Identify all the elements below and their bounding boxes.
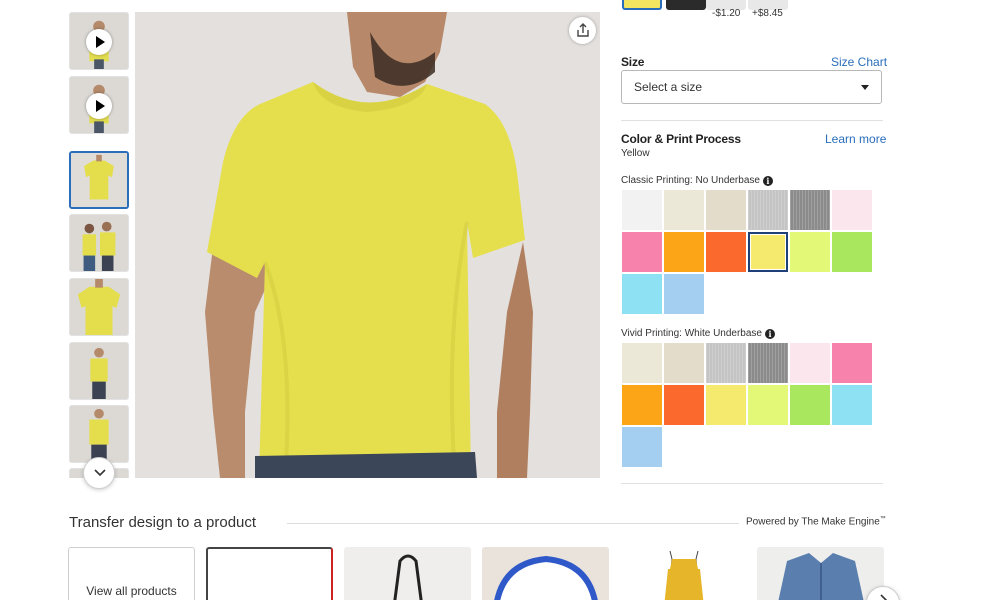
color-swatch[interactable] (748, 190, 788, 230)
thumbnail-strip (69, 12, 129, 478)
product-main-image[interactable] (135, 12, 600, 478)
size-select[interactable]: Select a size (621, 70, 882, 104)
color-swatch[interactable] (706, 232, 746, 272)
style-option-2[interactable] (666, 0, 706, 10)
share-button[interactable] (569, 17, 596, 44)
thumbnail-side[interactable] (69, 342, 129, 400)
color-swatch[interactable] (622, 274, 662, 314)
color-swatch[interactable] (790, 343, 830, 383)
color-swatch[interactable] (706, 385, 746, 425)
product-card-notebook[interactable] (206, 547, 333, 600)
color-swatch[interactable] (622, 343, 662, 383)
selected-color-name: Yellow (621, 148, 650, 159)
thumbnail-video-1[interactable] (69, 12, 129, 70)
color-swatch[interactable] (622, 385, 662, 425)
color-swatch[interactable] (748, 232, 788, 272)
view-all-products-label: View all products (86, 584, 177, 598)
style-price-delta: -$1.20 (712, 8, 741, 19)
divider (287, 523, 739, 524)
color-swatch[interactable] (832, 385, 872, 425)
vivid-printing-text: Vivid Printing: White Underbase (621, 328, 762, 339)
play-icon (86, 29, 112, 55)
product-card-trucker-hat[interactable] (482, 547, 609, 600)
thumbnail-closeup[interactable] (69, 278, 129, 336)
classic-printing-text: Classic Printing: No Underbase (621, 175, 760, 186)
product-card-apron[interactable] (620, 547, 747, 600)
view-all-products-button[interactable]: View all products (68, 547, 195, 600)
info-icon[interactable]: i (762, 176, 773, 186)
color-swatch[interactable] (832, 343, 872, 383)
style-option-1[interactable] (622, 0, 662, 10)
style-price-delta: +$8.45 (752, 8, 783, 19)
thumbnail-front[interactable] (69, 151, 129, 209)
classic-printing-label: Classic Printing: No Underbase i (621, 175, 773, 186)
color-swatch[interactable] (832, 190, 872, 230)
divider (621, 120, 883, 121)
color-swatch[interactable] (664, 385, 704, 425)
product-card-denim-jacket[interactable] (757, 547, 884, 600)
trademark-symbol: ™ (879, 516, 886, 522)
powered-by-label: Powered by The Make Engine (746, 516, 880, 528)
product-card-tote-bag[interactable] (344, 547, 471, 600)
size-chart-link[interactable]: Size Chart (831, 55, 887, 69)
color-swatch[interactable] (664, 274, 704, 314)
color-print-label: Color & Print Process (621, 132, 741, 146)
color-swatch[interactable] (622, 427, 662, 467)
color-swatch[interactable] (622, 190, 662, 230)
info-icon[interactable]: i (765, 329, 775, 339)
transfer-design-title: Transfer design to a product (69, 514, 257, 531)
color-swatch[interactable] (706, 343, 746, 383)
divider (621, 483, 883, 484)
play-icon (86, 93, 112, 119)
color-swatch[interactable] (664, 190, 704, 230)
powered-by-text: Powered by The Make Engine™ (746, 516, 886, 527)
thumbnail-video-2[interactable] (69, 76, 129, 134)
color-swatch[interactable] (664, 343, 704, 383)
color-swatch[interactable] (832, 232, 872, 272)
color-swatch[interactable] (790, 190, 830, 230)
color-swatch[interactable] (790, 232, 830, 272)
size-select-value: Select a size (634, 80, 703, 94)
color-swatch[interactable] (664, 232, 704, 272)
thumbnail-couple[interactable] (69, 214, 129, 272)
color-swatch[interactable] (706, 190, 746, 230)
chevron-right-icon (880, 594, 888, 600)
thumbnail-full[interactable] (69, 405, 129, 463)
color-swatch[interactable] (748, 385, 788, 425)
thumbnail-scroll-down-button[interactable] (83, 457, 115, 489)
size-label: Size (621, 55, 645, 69)
color-swatch[interactable] (790, 385, 830, 425)
chevron-down-icon (94, 469, 106, 477)
color-swatch[interactable] (622, 232, 662, 272)
learn-more-link[interactable]: Learn more (825, 132, 886, 146)
vivid-printing-label: Vivid Printing: White Underbase i (621, 328, 775, 339)
share-icon (577, 23, 589, 37)
caret-down-icon (861, 85, 869, 90)
color-swatch[interactable] (748, 343, 788, 383)
